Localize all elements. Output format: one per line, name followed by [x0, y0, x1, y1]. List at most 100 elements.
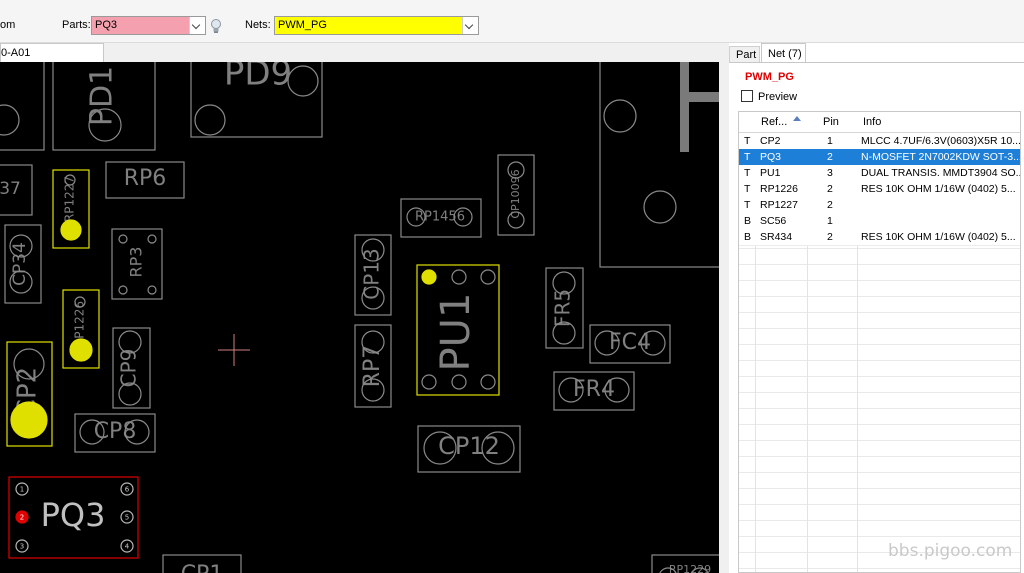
chevron-down-icon[interactable] — [189, 17, 205, 34]
table-row[interactable]: T RP1227 2 — [739, 197, 1020, 214]
cell-ref: PQ3 — [760, 151, 782, 163]
table-row[interactable]: T PU1 3 DUAL TRANSIS. MMDT3904 SO... — [739, 165, 1021, 182]
net-pins-table[interactable]: Ref... Pin Info T CP2 1 MLCC 4.7UF/6.3V(060… — [738, 111, 1021, 573]
cell-pin: 2 — [827, 151, 833, 163]
cell-pin: 2 — [827, 231, 833, 243]
checkbox-icon[interactable] — [741, 90, 753, 102]
watermark: bbs.pigoo.com — [888, 541, 1013, 561]
document-tab-strip: 0-A01 Boardview(FZ) — [0, 43, 720, 77]
tab-net[interactable]: Net (7) — [761, 43, 806, 63]
nets-combo-value[interactable]: PWM_PG — [275, 17, 463, 34]
cell-info: DUAL TRANSIS. MMDT3904 SO... — [861, 167, 1021, 179]
table-header: Ref... Pin Info — [739, 112, 1020, 133]
column-header-pin[interactable]: Pin — [823, 116, 839, 128]
cell-pin: 1 — [827, 215, 833, 227]
partial-outline — [0, 62, 45, 151]
partial-pad — [0, 104, 20, 136]
cell-side: B — [744, 215, 752, 227]
pu1-pad — [451, 269, 467, 285]
pq3-pin-number: 1 — [20, 486, 24, 494]
tab-part[interactable]: Part — [729, 46, 760, 63]
cell-side: T — [744, 183, 751, 195]
pq3-pin-number: 6 — [125, 486, 130, 494]
large-part-pad — [603, 99, 637, 133]
tab-boardview[interactable]: 0-A01 Boardview(FZ) — [0, 43, 104, 77]
pd9-label[interactable]: PD9 — [224, 62, 292, 94]
pd9-pad — [287, 65, 319, 97]
part-37-label[interactable]: 37 — [0, 179, 21, 199]
chevron-down-icon[interactable] — [462, 17, 478, 34]
table-row[interactable]: T RP1226 2 RES 10K OHM 1/16W (0402) 5... — [739, 181, 1020, 198]
rp3-pad — [147, 234, 157, 244]
toolbar: om Parts: PQ3 Nets: PWM_PG — [0, 0, 1024, 43]
cp1-label[interactable]: CP1 — [181, 562, 224, 573]
rp1456-label[interactable]: RP1456 — [415, 210, 465, 225]
cell-pin: 2 — [827, 183, 833, 195]
cell-ref: SR434 — [760, 231, 793, 243]
rp3-pad — [118, 285, 128, 295]
sort-ascending-icon — [793, 116, 801, 121]
large-part-bar — [680, 92, 719, 102]
board-border — [719, 62, 729, 573]
cell-ref: PU1 — [760, 167, 781, 179]
pu1-pad — [480, 374, 496, 390]
cell-pin: 1 — [827, 135, 833, 147]
table-row[interactable]: T CP2 1 MLCC 4.7UF/6.3V(0603)X5R 10... — [739, 133, 1021, 150]
preview-label: Preview — [758, 91, 798, 103]
nets-combo[interactable]: PWM_PG — [274, 16, 479, 35]
cell-ref: RP1227 — [760, 199, 798, 211]
toolbar-fragment: om — [0, 19, 16, 31]
parts-combo[interactable]: PQ3 — [91, 16, 206, 35]
cp2-pin-highlight — [10, 401, 48, 439]
table-row[interactable]: B SR434 2 RES 10K OHM 1/16W (0402) 5... — [739, 229, 1020, 246]
parts-combo-value[interactable]: PQ3 — [92, 17, 190, 34]
lightbulb-icon[interactable] — [209, 18, 223, 34]
rp6-label[interactable]: RP6 — [124, 166, 167, 191]
cell-ref: RP1226 — [760, 183, 798, 195]
table-row[interactable]: B SC56 1 — [739, 213, 1020, 230]
cell-side: T — [744, 167, 751, 179]
cell-side: T — [744, 135, 751, 147]
cp34-label[interactable]: CP34 — [10, 242, 30, 286]
large-part-pad — [643, 190, 677, 224]
pq3-pin-number: 3 — [20, 543, 24, 551]
parts-label: Parts: — [62, 19, 91, 31]
cell-side: T — [744, 199, 751, 211]
cell-info: RES 10K OHM 1/16W (0402) 5... — [861, 231, 1016, 243]
table-row[interactable]: T PQ3 2 N-MOSFET 2N7002KDW SOT-3... — [739, 149, 1021, 166]
fr5-label[interactable]: FR5 — [551, 289, 575, 327]
cell-info: RES 10K OHM 1/16W (0402) 5... — [861, 183, 1016, 195]
rp3-label[interactable]: RP3 — [127, 247, 146, 278]
cp12-label[interactable]: CP12 — [438, 432, 500, 460]
cell-info: N-MOSFET 2N7002KDW SOT-3... — [861, 151, 1021, 163]
cell-side: B — [744, 231, 752, 243]
pq3-pin-number: 2 — [20, 514, 24, 522]
cell-info: MLCC 4.7UF/6.3V(0603)X5R 10... — [861, 135, 1021, 147]
pu1-pin-highlight — [421, 269, 437, 285]
board-drawing[interactable]: PD9PD1RP6RP122737RP3CP34RP1226CP9CP2CP8R… — [0, 62, 719, 573]
pu1-label[interactable]: PU1 — [433, 293, 479, 372]
cell-side: T — [744, 151, 751, 163]
pq3-pin-number: 4 — [125, 543, 130, 551]
pd9-pad — [194, 104, 226, 136]
tab-divider — [729, 62, 1024, 63]
preview-checkbox[interactable]: Preview — [741, 90, 797, 103]
pu1-pad — [421, 374, 437, 390]
pq3-label[interactable]: PQ3 — [41, 496, 106, 534]
column-header-ref[interactable]: Ref... — [761, 116, 787, 128]
board-canvas[interactable]: PD9 PD1 RP6 RP1227 37 RP3 CP34 RP1226 CP9 CP2 CP8 R… — [0, 62, 719, 573]
cp9-label[interactable]: CP9 — [117, 349, 141, 388]
nets-label: Nets: — [245, 19, 271, 31]
column-header-info[interactable]: Info — [863, 116, 881, 128]
pu1-pad — [451, 374, 467, 390]
pq3-pin-number: 5 — [125, 514, 129, 522]
cell-ref: SC56 — [760, 215, 787, 227]
rp1227-pin-highlight — [60, 219, 82, 241]
pd1-label[interactable]: PD1 — [85, 66, 120, 126]
net-name-title: PWM_PG — [745, 71, 794, 83]
cell-pin: 3 — [827, 167, 833, 179]
rp7-label[interactable]: RP7 — [360, 345, 385, 388]
pu1-pad — [480, 269, 496, 285]
rp1226-pin-highlight — [69, 338, 93, 362]
cell-ref: CP2 — [760, 135, 781, 147]
